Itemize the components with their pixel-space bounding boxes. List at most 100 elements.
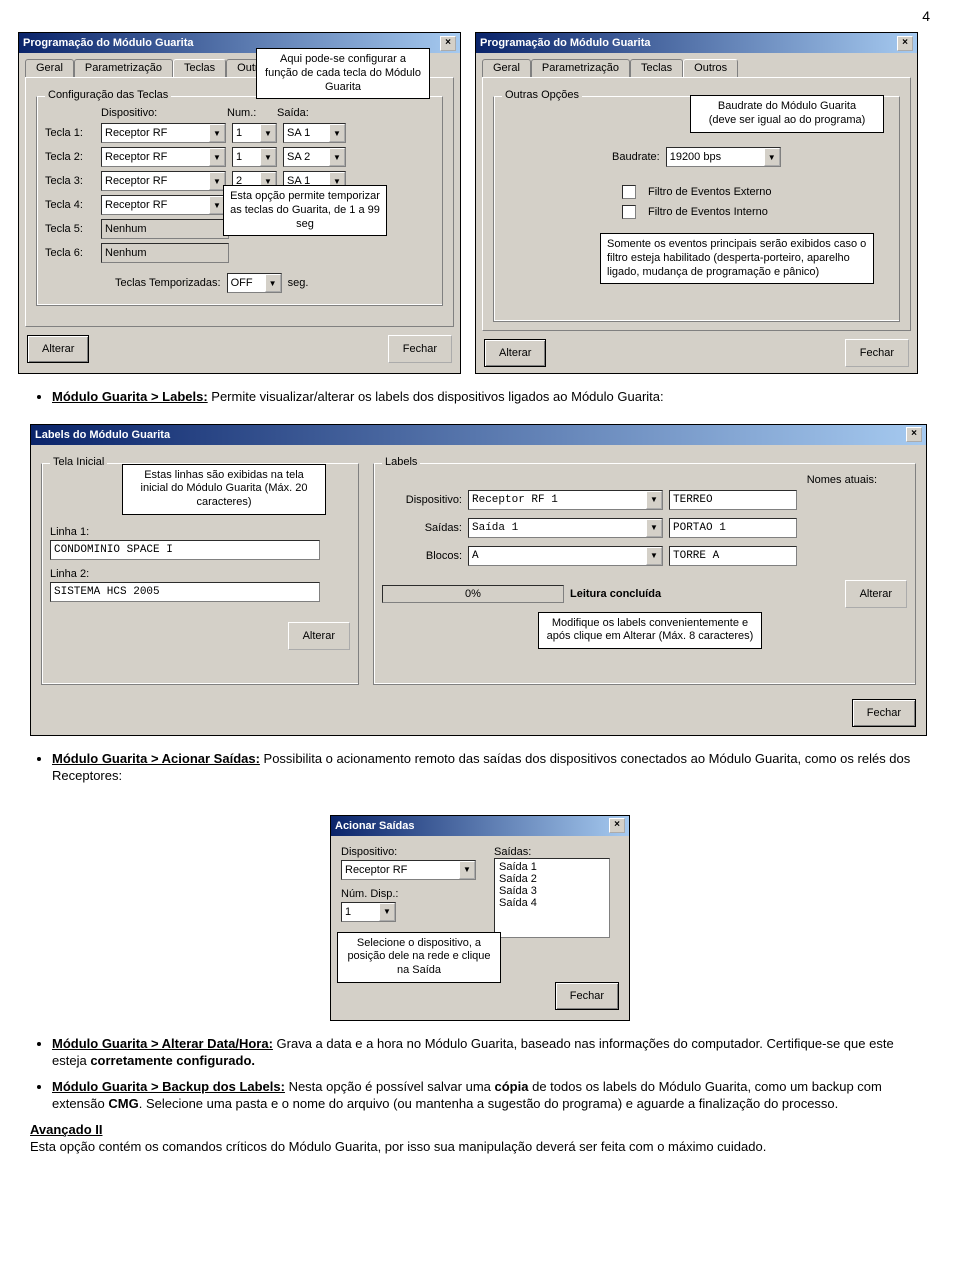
disp-dd[interactable]: Receptor RF▼ <box>341 860 476 880</box>
fechar-button[interactable]: Fechar <box>388 335 452 363</box>
nomes-label: Nomes atuais: <box>807 474 877 486</box>
saida-dd[interactable]: SA 1▼ <box>283 123 346 143</box>
alterar-button[interactable]: Alterar <box>845 580 907 608</box>
group-title: Tela Inicial <box>50 456 107 468</box>
saidas-label: Saídas: <box>494 846 610 858</box>
dialog-acionar: Acionar Saídas × Dispositivo: Receptor R… <box>330 815 630 1021</box>
doc-labels: Módulo Guarita > Labels: Permite visuali… <box>52 388 930 406</box>
disp-dd[interactable]: Receptor RF▼ <box>101 171 226 191</box>
blocos-nome-input[interactable]: TORRE A <box>669 546 797 566</box>
close-icon[interactable]: × <box>897 36 913 51</box>
disp-dd[interactable]: Receptor RF▼ <box>101 195 226 215</box>
saidas-label: Saídas: <box>382 522 462 534</box>
chevron-down-icon: ▼ <box>329 124 345 142</box>
linha1-label: Linha 1: <box>50 526 350 538</box>
list-item[interactable]: Saída 2 <box>497 873 607 885</box>
num-dd[interactable]: 1▼ <box>232 147 277 167</box>
blocos-dd[interactable]: A▼ <box>468 546 663 566</box>
saidas-dd[interactable]: Saída 1▼ <box>468 518 663 538</box>
disp-label: Dispositivo: <box>341 846 476 858</box>
titlebar[interactable]: Labels do Módulo Guarita × <box>31 425 926 445</box>
checkbox-int[interactable] <box>622 205 636 219</box>
close-icon[interactable]: × <box>440 36 456 51</box>
tecla-label: Tecla 6: <box>45 247 95 259</box>
saidas-nome-input[interactable]: PORTAO 1 <box>669 518 797 538</box>
chevron-down-icon: ▼ <box>260 124 276 142</box>
note-filter: Somente os eventos principais serão exib… <box>600 233 874 284</box>
chevron-down-icon: ▼ <box>329 148 345 166</box>
num-label: Núm. Disp.: <box>341 888 476 900</box>
num-dd[interactable]: 1▼ <box>341 902 396 922</box>
disp-nome-input[interactable]: TERREO <box>669 490 797 510</box>
tecla-label: Tecla 2: <box>45 151 95 163</box>
doc-datahora: Módulo Guarita > Alterar Data/Hora: Grav… <box>52 1035 930 1070</box>
chk-int-label: Filtro de Eventos Interno <box>648 206 768 218</box>
timed-unit: seg. <box>288 277 309 289</box>
close-icon[interactable]: × <box>906 427 922 442</box>
linha2-label: Linha 2: <box>50 568 350 580</box>
linha2-input[interactable]: SISTEMA HCS 2005 <box>50 582 320 602</box>
tab-param[interactable]: Parametrização <box>531 59 630 77</box>
avancado-title: Avançado II <box>30 1121 930 1139</box>
chevron-down-icon: ▼ <box>379 903 395 921</box>
fechar-button[interactable]: Fechar <box>555 982 619 1010</box>
titlebar[interactable]: Acionar Saídas × <box>331 816 629 836</box>
col-num: Num.: <box>227 107 271 119</box>
disp-dd[interactable]: Receptor RF▼ <box>101 123 226 143</box>
chevron-down-icon: ▼ <box>764 148 780 166</box>
window-title: Programação do Módulo Guarita <box>480 37 651 49</box>
titlebar[interactable]: Programação do Módulo Guarita × <box>476 33 917 53</box>
timed-label: Teclas Temporizadas: <box>115 277 221 289</box>
window-title: Labels do Módulo Guarita <box>35 429 170 441</box>
tab-geral[interactable]: Geral <box>25 59 74 77</box>
chevron-down-icon: ▼ <box>209 124 225 142</box>
linha1-input[interactable]: CONDOMINIO SPACE I <box>50 540 320 560</box>
list-item[interactable]: Saída 3 <box>497 885 607 897</box>
tab-teclas[interactable]: Teclas <box>173 59 226 77</box>
tab-param[interactable]: Parametrização <box>74 59 173 77</box>
tecla-label: Tecla 3: <box>45 175 95 187</box>
fechar-button[interactable]: Fechar <box>852 699 916 727</box>
tecla-label: Tecla 5: <box>45 223 95 235</box>
disp-dd[interactable]: Receptor RF 1▼ <box>468 490 663 510</box>
alterar-button[interactable]: Alterar <box>484 339 546 367</box>
tecla-label: Tecla 4: <box>45 199 95 211</box>
note-baud: Baudrate do Módulo Guarita (deve ser igu… <box>690 95 884 133</box>
dialog-outros: Programação do Módulo Guarita × Geral Pa… <box>475 32 918 374</box>
group-title: Configuração das Teclas <box>45 89 171 101</box>
chevron-down-icon: ▼ <box>646 519 662 537</box>
baud-label: Baudrate: <box>612 151 660 163</box>
chevron-down-icon: ▼ <box>260 148 276 166</box>
baud-dd[interactable]: 19200 bps▼ <box>666 147 781 167</box>
saidas-list[interactable]: Saída 1 Saída 2 Saída 3 Saída 4 <box>494 858 610 938</box>
fechar-button[interactable]: Fechar <box>845 339 909 367</box>
tooltip-teclas: Aqui pode-se configurar a função de cada… <box>256 48 430 99</box>
tecla-label: Tecla 1: <box>45 127 95 139</box>
window-title: Acionar Saídas <box>335 820 414 832</box>
disp-dd[interactable]: Receptor RF▼ <box>101 147 226 167</box>
dialog-labels: Labels do Módulo Guarita × Tela Inicial … <box>30 424 927 736</box>
group-outros: Outras Opções Baudrate do Módulo Guarita… <box>493 96 900 322</box>
col-saida: Saída: <box>277 107 337 119</box>
alterar-button[interactable]: Alterar <box>288 622 350 650</box>
timed-dd[interactable]: OFF▼ <box>227 273 282 293</box>
doc-saidas: Módulo Guarita > Acionar Saídas: Possibi… <box>52 750 930 785</box>
chevron-down-icon: ▼ <box>265 274 281 292</box>
tooltip-acionar: Selecione o dispositivo, a posição dele … <box>337 932 501 983</box>
checkbox-ext[interactable] <box>622 185 636 199</box>
saida-dd[interactable]: SA 2▼ <box>283 147 346 167</box>
close-icon[interactable]: × <box>609 818 625 833</box>
tab-geral[interactable]: Geral <box>482 59 531 77</box>
tooltip-alterar: Modifique os labels convenientemente e a… <box>538 612 762 650</box>
status: Leitura concluída <box>570 588 661 600</box>
doc-backup: Módulo Guarita > Backup dos Labels: Nest… <box>52 1078 930 1113</box>
progress: 0% <box>382 585 564 603</box>
alterar-button[interactable]: Alterar <box>27 335 89 363</box>
group-title: Outras Opções <box>502 89 582 101</box>
list-item[interactable]: Saída 1 <box>497 861 607 873</box>
tab-outros[interactable]: Outros <box>683 59 738 77</box>
list-item[interactable]: Saída 4 <box>497 897 607 909</box>
chevron-down-icon: ▼ <box>459 861 475 879</box>
num-dd[interactable]: 1▼ <box>232 123 277 143</box>
tab-teclas[interactable]: Teclas <box>630 59 683 77</box>
